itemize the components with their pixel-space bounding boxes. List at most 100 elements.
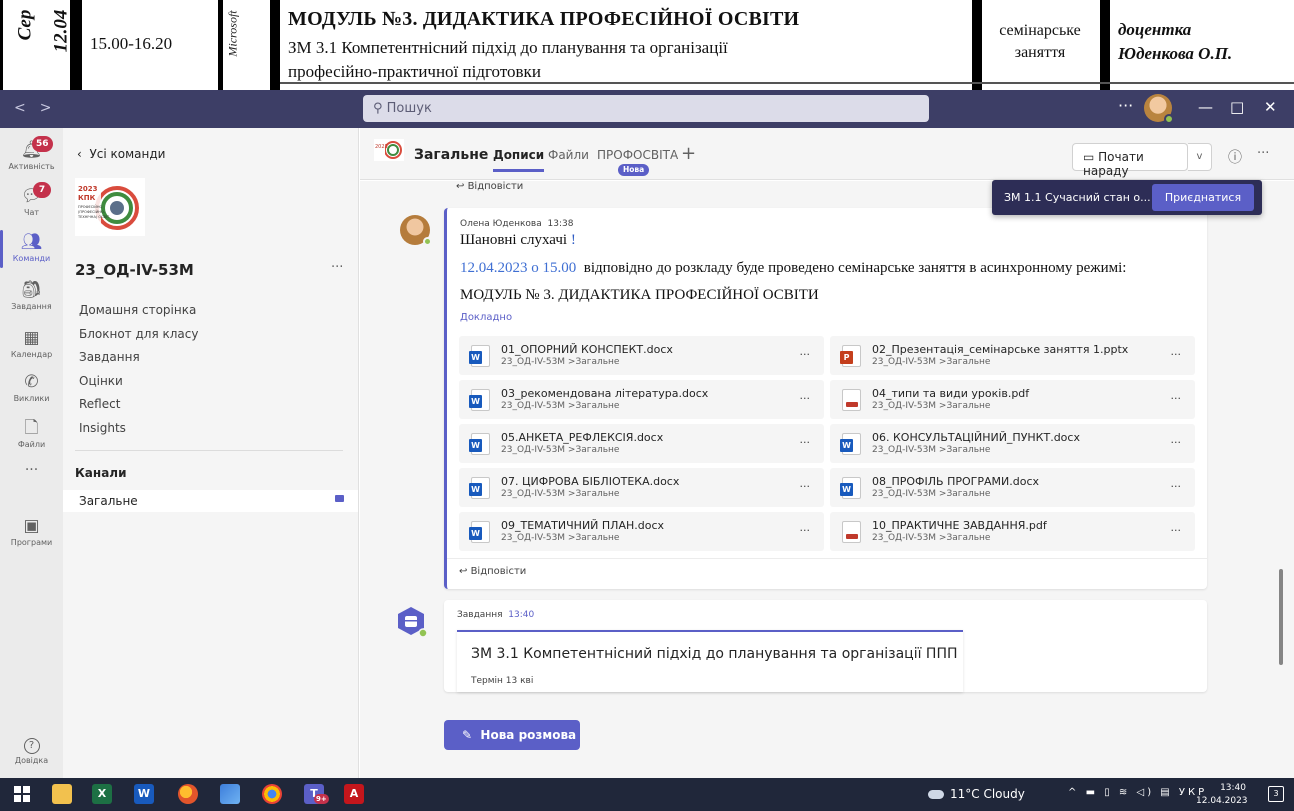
word-file-icon xyxy=(469,345,490,367)
file-attachment[interactable]: 03_рекомендована література.docx 23_ОД-I… xyxy=(459,380,824,419)
join-meeting-button[interactable]: Приєднатися xyxy=(1152,184,1254,211)
new-conversation-button[interactable]: ✎ Нова розмова xyxy=(444,720,580,750)
meet-now-button[interactable]: ▭ Почати нараду xyxy=(1072,143,1188,178)
app-rail: 🔔︎ 56 Активність 💬︎ 7 Чат 👥︎ Команди 🎒︎ … xyxy=(0,128,63,778)
file-attachment[interactable]: 06. КОНСУЛЬТАЦІЙНИЙ_ПУНКТ.docx 23_ОД-IV-… xyxy=(830,424,1195,463)
back-button[interactable]: < xyxy=(14,100,40,116)
channel-item-general[interactable]: Загальне xyxy=(63,490,358,512)
tab-posts[interactable]: Дописи xyxy=(493,148,545,172)
class-kind: семінарське заняття xyxy=(985,20,1095,64)
clock[interactable]: 13:40 12.04.2023 xyxy=(1196,782,1248,808)
file-more-button[interactable]: ··· xyxy=(1171,480,1182,493)
rail-help[interactable]: ? Довідка xyxy=(0,738,63,765)
all-teams-link[interactable]: ‹ Усі команди xyxy=(77,147,165,161)
post-meta: Олена Юденкова 13:38 xyxy=(460,219,573,229)
link-class-notebook[interactable]: Блокнот для класу xyxy=(79,327,198,351)
team-more-button[interactable]: ··· xyxy=(331,260,343,275)
windows-start-icon[interactable] xyxy=(12,784,32,804)
topic-line-2: професійно-практичної підготовки xyxy=(288,62,541,81)
file-more-button[interactable]: ··· xyxy=(800,524,811,537)
minimize-button[interactable]: — xyxy=(1198,98,1213,116)
assignment-preview[interactable]: ЗМ 3.1 Компетентнісний підхід до планува… xyxy=(457,630,963,692)
clock-time: 13:40 xyxy=(1220,783,1246,793)
forward-button[interactable]: > xyxy=(40,100,66,116)
teacher-name: Юденкова О.П. xyxy=(1118,44,1233,63)
table-rule xyxy=(280,82,1294,84)
rail-files[interactable]: 🗋 Файли xyxy=(0,410,63,462)
file-attachment[interactable]: 01_ОПОРНИЙ КОНСПЕКТ.docx 23_ОД-IV-53М >З… xyxy=(459,336,824,375)
file-more-button[interactable]: ··· xyxy=(1171,524,1182,537)
teams-taskbar-icon[interactable]: T 9+ xyxy=(304,784,329,804)
calendar-icon: ▦ xyxy=(23,328,40,348)
tab-files[interactable]: Файли xyxy=(548,148,589,162)
file-attachment[interactable]: 10_ПРАКТИЧНЕ ЗАВДАННЯ.pdf 23_ОД-IV-53М >… xyxy=(830,512,1195,551)
scrollbar-thumb[interactable] xyxy=(1279,569,1283,665)
link-reflect[interactable]: Reflect xyxy=(79,397,198,421)
close-button[interactable]: ✕ xyxy=(1264,98,1277,116)
notification-center-button[interactable]: 3 xyxy=(1268,786,1284,802)
file-more-button[interactable]: ··· xyxy=(1171,348,1182,361)
file-more-button[interactable]: ··· xyxy=(1171,392,1182,405)
rail-apps[interactable]: ▣ Програми xyxy=(0,508,63,560)
pdf-file-icon xyxy=(842,521,861,543)
channel-info-button[interactable]: ⓘ xyxy=(1228,147,1242,167)
file-attachment[interactable]: 09_ТЕМАТИЧНИЙ ПЛАН.docx 23_ОД-IV-53М >За… xyxy=(459,512,824,551)
file-attachment[interactable]: 05.АНКЕТА_РЕФЛЕКСІЯ.docx 23_ОД-IV-53М >З… xyxy=(459,424,824,463)
file-attachment[interactable]: 08_ПРОФІЛЬ ПРОГРАМИ.docx 23_ОД-IV-53М >З… xyxy=(830,468,1195,507)
svg-text:ПРОФЕСІЙНО: ПРОФЕСІЙНО xyxy=(78,204,102,209)
add-tab-button[interactable]: + xyxy=(681,143,696,164)
firefox-icon[interactable] xyxy=(178,784,198,804)
post-author[interactable]: Олена Юденкова xyxy=(460,219,542,229)
channel-more-button[interactable]: ··· xyxy=(1257,146,1269,161)
module-title: МОДУЛЬ №3. ДИДАКТИКА ПРОФЕСІЙНОЇ ОСВІТИ xyxy=(288,8,800,30)
class-kind-line-1: семінарське xyxy=(999,22,1081,39)
rail-teams[interactable]: 👥︎ Команди xyxy=(0,224,63,276)
link-insights[interactable]: Insights xyxy=(79,421,198,445)
teacher-title: доцентка xyxy=(1118,20,1192,39)
reply-link-previous[interactable]: ↩ Відповісти xyxy=(456,181,523,192)
file-attachment[interactable]: 02_Презентація_семінарське заняття 1.ppt… xyxy=(830,336,1195,375)
search-icon: ⚲ xyxy=(373,101,387,116)
pdf-file-icon xyxy=(842,389,861,411)
rail-more-apps[interactable]: ··· xyxy=(0,462,63,514)
clock-date: 12.04.2023 xyxy=(1196,796,1248,806)
rail-chat[interactable]: 💬︎ 7 Чат xyxy=(0,178,63,230)
search-input[interactable]: ⚲ Пошук xyxy=(363,95,929,122)
divider xyxy=(75,450,343,451)
settings-more-button[interactable]: ··· xyxy=(1118,96,1133,115)
reply-link[interactable]: ↩ Відповісти xyxy=(459,566,526,577)
file-more-button[interactable]: ··· xyxy=(1171,436,1182,449)
system-tray[interactable]: ^ ▬ ▯ ≋ ◁) ▤ УКР xyxy=(1068,787,1207,798)
file-more-button[interactable]: ··· xyxy=(800,392,811,405)
meet-dropdown-button[interactable]: v xyxy=(1188,143,1212,171)
profile-avatar[interactable] xyxy=(1144,94,1174,124)
schedule-time: 15.00-16.20 xyxy=(90,34,173,53)
author-avatar[interactable] xyxy=(400,215,432,246)
weather-widget[interactable]: 11°C Cloudy xyxy=(928,787,1025,801)
activity-badge: 56 xyxy=(32,136,53,152)
word-icon[interactable]: W xyxy=(134,784,154,804)
rail-chat-label: Чат xyxy=(23,208,40,217)
file-explorer-icon[interactable] xyxy=(52,784,72,804)
rail-assignments[interactable]: 🎒︎ Завдання xyxy=(0,272,63,324)
file-more-button[interactable]: ··· xyxy=(800,436,811,449)
link-grades[interactable]: Оцінки xyxy=(79,374,198,398)
file-more-button[interactable]: ··· xyxy=(800,348,811,361)
svg-text:КПК: КПК xyxy=(78,194,96,202)
excel-icon[interactable]: X xyxy=(92,784,112,804)
photos-icon[interactable] xyxy=(220,784,240,804)
file-name: 04_типи та види уроків.pdf xyxy=(872,387,1030,400)
acrobat-icon[interactable]: A xyxy=(344,784,364,804)
see-more-link[interactable]: Докладно xyxy=(460,312,512,323)
tab-profosvita[interactable]: ПРОФОСВІТА xyxy=(597,148,678,162)
link-home-page[interactable]: Домашня сторінка xyxy=(79,303,198,327)
maximize-button[interactable]: □ xyxy=(1230,98,1244,116)
assignments-bot-avatar[interactable] xyxy=(396,606,428,638)
rail-activity[interactable]: 🔔︎ 56 Активність xyxy=(0,132,63,184)
rail-calls[interactable]: ✆ Виклики xyxy=(0,364,63,416)
file-more-button[interactable]: ··· xyxy=(800,480,811,493)
chrome-icon[interactable] xyxy=(262,784,282,804)
file-attachment[interactable]: 07. ЦИФРОВА БІБЛІОТЕКА.docx 23_ОД-IV-53М… xyxy=(459,468,824,507)
link-assignments[interactable]: Завдання xyxy=(79,350,198,374)
file-attachment[interactable]: 04_типи та види уроків.pdf 23_ОД-IV-53М … xyxy=(830,380,1195,419)
